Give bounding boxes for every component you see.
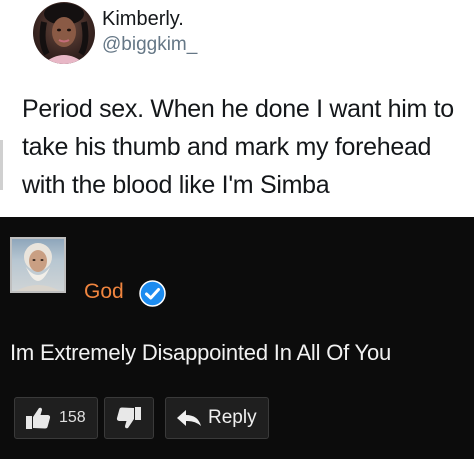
commenter-name[interactable]: God [84,280,124,304]
thumbs-up-icon [25,406,51,430]
display-name[interactable]: Kimberly. [102,8,184,31]
verified-check-icon [139,280,166,307]
dislike-button[interactable] [104,397,154,439]
user-avatar[interactable] [33,2,95,64]
comment-card: God Im Extremely Disappointed In All Of … [0,217,474,459]
like-count: 158 [59,409,86,426]
tweet-text: Period sex. When he done I want him to t… [22,95,454,199]
comment-text: Im Extremely Disappointed In All Of You [10,340,392,365]
reply-arrow-icon [176,408,202,428]
like-button[interactable]: 158 [14,397,98,439]
avatar-portrait [39,3,89,64]
left-border-fragment [0,140,3,190]
reply-label: Reply [208,407,257,428]
user-handle[interactable]: @biggkim_ [102,34,197,56]
reply-button[interactable]: Reply [165,397,269,439]
avatar-portrait [16,243,60,291]
commenter-avatar[interactable] [10,237,66,293]
tweet-card: Kimberly. @biggkim_ Period sex. When he … [0,0,474,217]
thumbs-down-icon [116,406,142,430]
